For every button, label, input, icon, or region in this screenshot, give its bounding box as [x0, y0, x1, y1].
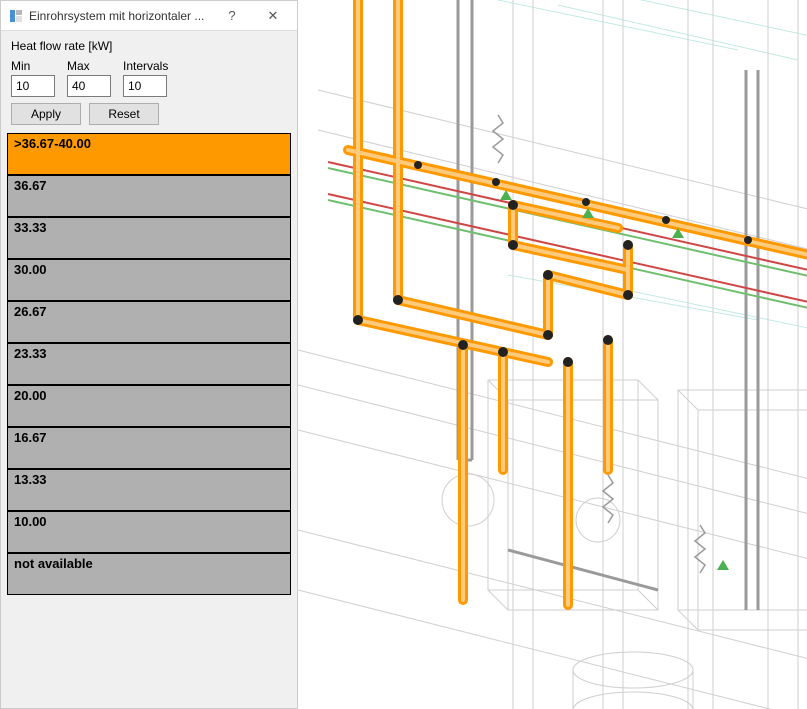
legend-row-label: 23.33 [14, 346, 47, 361]
max-control: Max [67, 59, 111, 97]
intervals-label: Intervals [123, 59, 168, 73]
legend-row[interactable]: 10.00 [7, 511, 291, 553]
apply-button[interactable]: Apply [11, 103, 81, 125]
model-viewport[interactable] [298, 0, 807, 709]
button-row: Apply Reset [1, 103, 297, 133]
legend-row[interactable]: 26.67 [7, 301, 291, 343]
legend-row[interactable]: not available [7, 553, 291, 595]
close-icon: ✕ [268, 8, 279, 24]
legend-row-label: 26.67 [14, 304, 47, 319]
help-icon: ? [228, 8, 235, 23]
help-button[interactable]: ? [217, 2, 247, 30]
min-control: Min [11, 59, 55, 97]
legend-row-label: 10.00 [14, 514, 47, 529]
legend-row-label: 13.33 [14, 472, 47, 487]
app-root: Einrohrsystem mit horizontaler ... ? ✕ H… [0, 0, 807, 709]
legend-row-label: 30.00 [14, 262, 47, 277]
max-label: Max [67, 59, 111, 73]
intervals-control: Intervals [123, 59, 168, 97]
legend-row[interactable]: 13.33 [7, 469, 291, 511]
legend-row[interactable]: 23.33 [7, 343, 291, 385]
min-input[interactable] [11, 75, 55, 97]
legend-row[interactable]: 30.00 [7, 259, 291, 301]
legend-row[interactable]: 36.67 [7, 175, 291, 217]
wireframe-scene [298, 0, 807, 709]
range-controls: Min Max Intervals [1, 57, 297, 103]
legend-row[interactable]: 16.67 [7, 427, 291, 469]
legend-row-label: 36.67 [14, 178, 47, 193]
min-label: Min [11, 59, 55, 73]
legend-row-label: not available [14, 556, 93, 571]
legend-row-label: 16.67 [14, 430, 47, 445]
legend-row[interactable]: >36.67-40.00 [7, 133, 291, 175]
window-title: Einrohrsystem mit horizontaler ... [29, 9, 211, 23]
legend-row-label: 33.33 [14, 220, 47, 235]
properties-panel: Einrohrsystem mit horizontaler ... ? ✕ H… [0, 0, 298, 709]
app-icon [9, 9, 23, 23]
legend-row[interactable]: 33.33 [7, 217, 291, 259]
legend-list: >36.67-40.00 36.67 33.33 30.00 26.67 23.33 20.… [1, 133, 297, 601]
legend-row[interactable]: 20.00 [7, 385, 291, 427]
titlebar: Einrohrsystem mit horizontaler ... ? ✕ [1, 1, 297, 31]
max-input[interactable] [67, 75, 111, 97]
legend-row-label: 20.00 [14, 388, 47, 403]
legend-row-label: >36.67-40.00 [14, 136, 91, 151]
reset-button[interactable]: Reset [89, 103, 159, 125]
section-heading: Heat flow rate [kW] [1, 31, 297, 57]
close-button[interactable]: ✕ [253, 2, 293, 30]
intervals-input[interactable] [123, 75, 167, 97]
